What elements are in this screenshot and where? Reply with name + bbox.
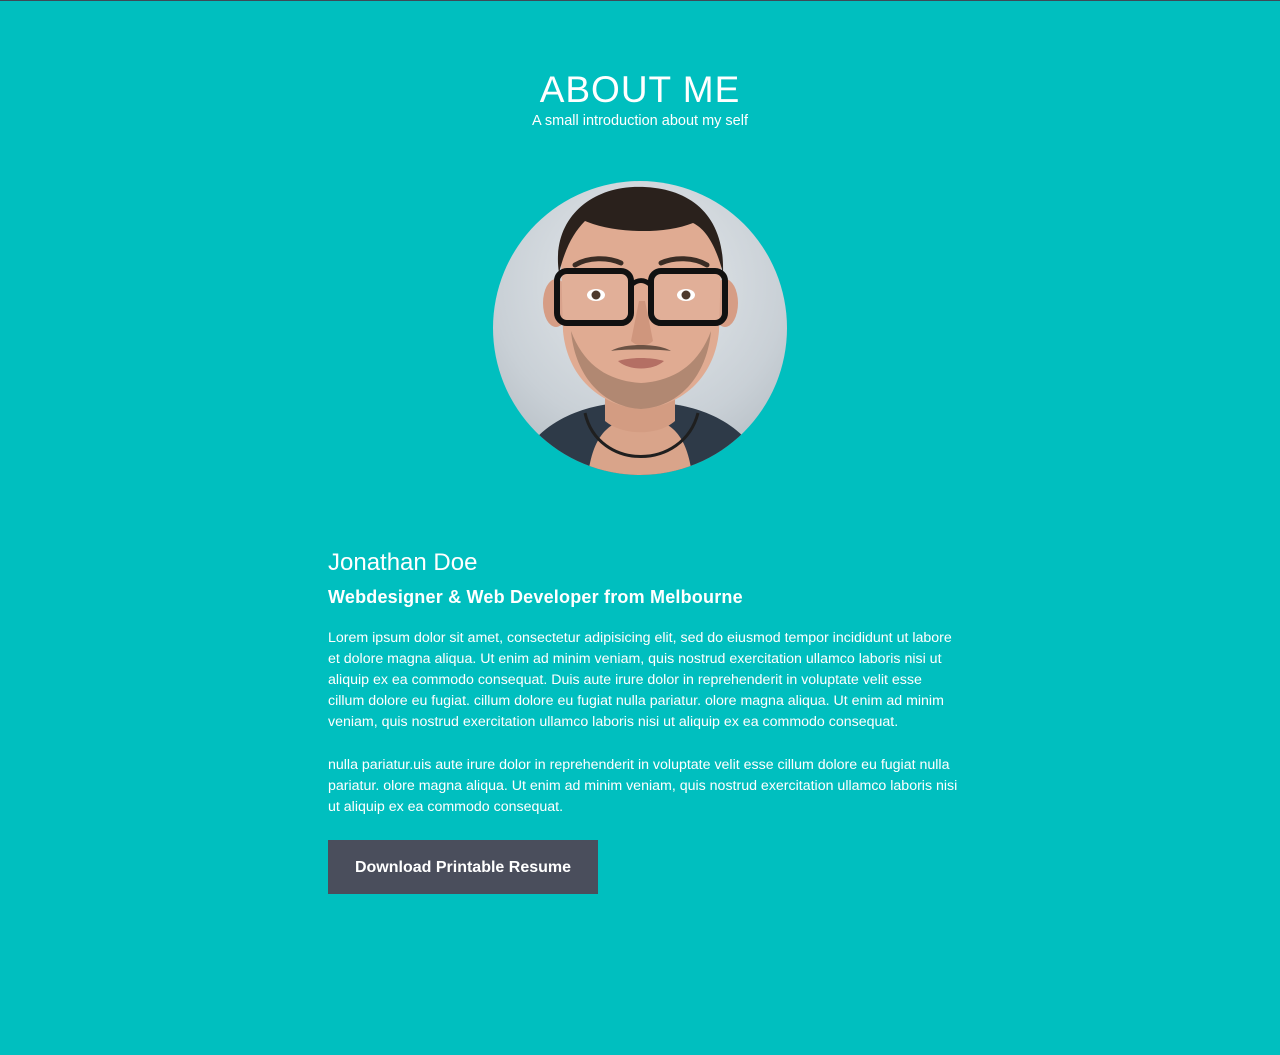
section-title: ABOUT ME — [539, 69, 741, 110]
section-header: ABOUT ME A small introduction about my s… — [0, 68, 1280, 130]
profile-name: Jonathan Doe — [328, 549, 478, 576]
profile-role: Webdesigner & Web Developer from Melbour… — [328, 587, 743, 607]
section-subtitle: A small introduction about my self — [532, 113, 748, 129]
bio-paragraph-1: Lorem ipsum dolor sit amet, consectetur … — [328, 630, 952, 730]
profile-content: Jonathan Doe Webdesigner & Web Developer… — [328, 547, 958, 894]
about-section: ABOUT ME A small introduction about my s… — [0, 0, 1280, 1055]
bio-paragraph-2: nulla pariatur.uis aute irure dolor in r… — [328, 757, 958, 815]
download-resume-button[interactable]: Download Printable Resume — [328, 840, 598, 894]
profile-avatar — [493, 181, 787, 475]
